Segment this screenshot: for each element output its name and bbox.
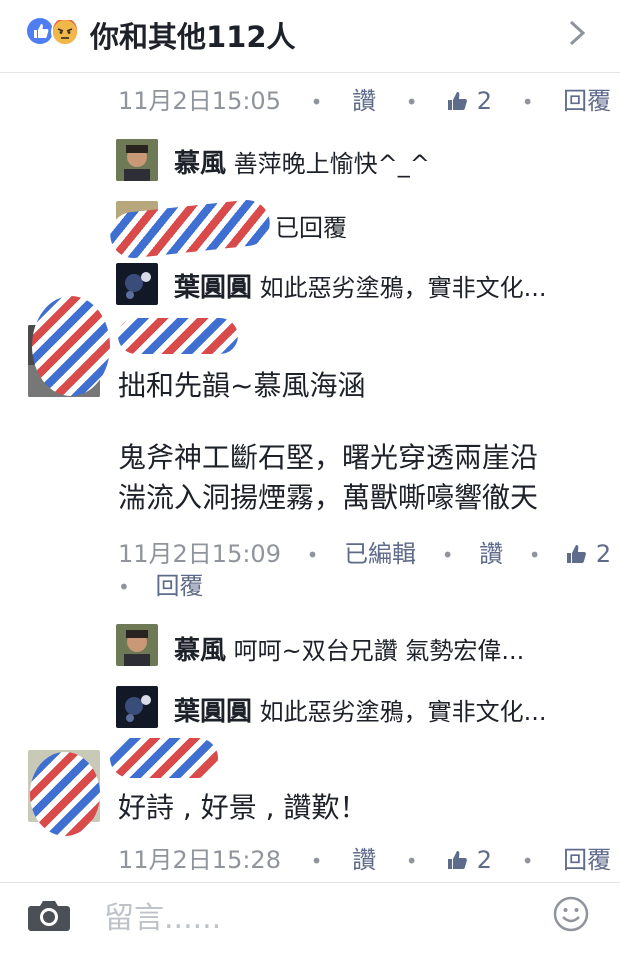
reply-link[interactable]: 回覆 [563, 87, 611, 115]
reply-text: 已回覆 [275, 214, 347, 242]
reply-text: 如此惡劣塗鴉，實非文化... [259, 698, 547, 726]
reply-text: 善萍晚上愉快^_^ [233, 150, 430, 178]
comment-line: 拙和先韻~慕風海涵 [118, 369, 366, 402]
redaction-mark [110, 738, 218, 778]
reply-author[interactable]: 葉圓圓 [174, 697, 252, 727]
reply-author[interactable]: 慕風 [174, 149, 226, 179]
reply-item: 葉圓圓 如此惡劣塗鴉，實非文化... [174, 267, 547, 304]
comment-meta: 11月2日15:05 • 讚 • 2 • 回覆 [118, 87, 612, 115]
reply-item: 慕風 呵呵~双台兄讚 氣勢宏偉... [174, 630, 524, 667]
reply-item: 葉圓圓 如此惡劣塗鴉，實非文化... [174, 691, 547, 728]
redaction-mark [118, 318, 238, 354]
reply-text: 呵呵~双台兄讚 氣勢宏偉... [233, 637, 525, 665]
camera-icon[interactable] [27, 898, 71, 936]
comment-line [118, 406, 538, 438]
reply-link[interactable]: 回覆 [563, 846, 611, 874]
redaction-mark [32, 296, 110, 396]
thumbs-up-icon [447, 846, 469, 874]
like-link[interactable]: 讚 [352, 846, 376, 874]
comment-meta: 11月2日15:28 • 讚 • 2 • 回覆 [118, 846, 612, 874]
like-count: 2 [476, 846, 493, 874]
comment-meta-continued: • 回覆 [118, 572, 204, 600]
timestamp: 11月2日15:09 [118, 540, 281, 568]
edited-label[interactable]: 已編輯 [344, 540, 416, 568]
timestamp: 11月2日15:28 [118, 846, 281, 874]
reply-text: 如此惡劣塗鴉，實非文化... [259, 274, 547, 302]
redaction-mark [30, 752, 100, 836]
like-link[interactable]: 讚 [479, 540, 503, 568]
reply-item: 慕風 善萍晚上愉快^_^ [174, 143, 430, 180]
comment-meta: 11月2日15:09 • 已編輯 • 讚 • 2 [118, 540, 612, 568]
avatar[interactable] [116, 263, 158, 305]
avatar[interactable] [116, 139, 158, 181]
comment-input[interactable]: 留言...... [104, 893, 221, 937]
chevron-right-icon[interactable] [566, 20, 588, 50]
smiley-icon[interactable] [553, 896, 589, 936]
reply-item: 已回覆 [275, 208, 347, 243]
comment-composer [0, 882, 620, 958]
comment-body: 拙和先韻~慕風海涵 鬼斧神工斷石堅，曙光穿透兩崖沿 湍流入洞揚煙霧，萬獸嘶嚎響徹… [118, 366, 538, 518]
reply-author[interactable]: 葉圓圓 [174, 273, 252, 303]
reactions-header[interactable]: 你和其他112人 [0, 0, 620, 73]
timestamp: 11月2日15:05 [118, 87, 281, 115]
avatar[interactable] [116, 686, 158, 728]
reply-link[interactable]: 回覆 [155, 572, 203, 600]
comment-line: 湍流入洞揚煙霧，萬獸嘶嚎響徹天 [118, 481, 539, 514]
reply-author[interactable]: 慕風 [174, 636, 226, 666]
avatar[interactable] [116, 624, 158, 666]
like-link[interactable]: 讚 [352, 87, 376, 115]
like-icon [27, 18, 53, 44]
thumbs-up-icon [566, 540, 588, 568]
comment-line: 好詩 , 好景 , 讚歎！ [118, 791, 368, 824]
comment-body: 好詩 , 好景 , 讚歎！ [118, 788, 367, 828]
like-count: 2 [476, 87, 493, 115]
like-count: 2 [595, 540, 612, 568]
comment-line: 鬼斧神工斷石堅，曙光穿透兩崖沿 [118, 441, 539, 474]
angry-icon [51, 18, 79, 46]
reactions-summary: 你和其他112人 [90, 20, 296, 54]
thumbs-up-icon [447, 87, 469, 115]
